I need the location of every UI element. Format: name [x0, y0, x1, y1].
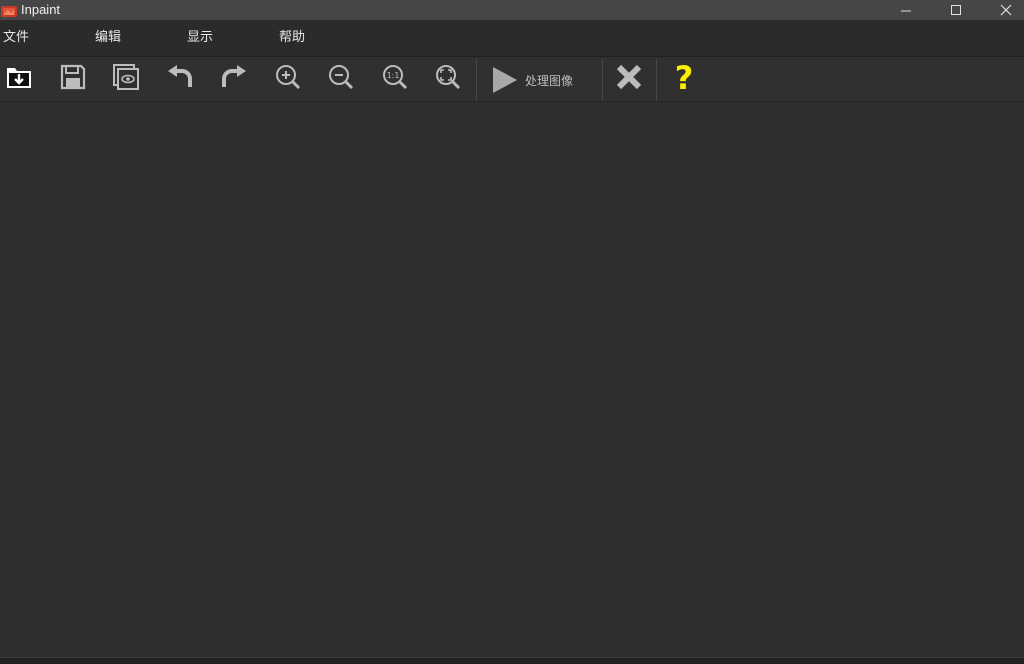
close-window-button[interactable]: [983, 0, 1024, 20]
undo-button[interactable]: [156, 57, 204, 101]
toolbar: 1:1 处理图像 ?: [0, 57, 1024, 102]
zoom-actual-size-button[interactable]: 1:1: [371, 57, 419, 101]
zoom-out-button[interactable]: [317, 57, 365, 101]
preview-icon: [112, 63, 140, 95]
clear-button[interactable]: [605, 57, 653, 101]
image-canvas[interactable]: [0, 102, 1024, 657]
minimize-icon: [900, 1, 912, 20]
preview-button[interactable]: [102, 57, 150, 101]
zoom-out-icon: [327, 63, 355, 95]
open-button[interactable]: [0, 57, 43, 101]
save-icon: [59, 63, 87, 95]
zoom-in-button[interactable]: [264, 57, 312, 101]
menu-bar: 文件 编辑 显示 帮助: [0, 20, 1024, 57]
toolbar-separator: [656, 59, 657, 101]
maximize-button[interactable]: [933, 0, 979, 20]
svg-text:1:1: 1:1: [387, 71, 400, 80]
open-icon: [5, 63, 33, 95]
close-icon: [1000, 1, 1012, 20]
help-question-icon: ?: [670, 59, 698, 97]
title-bar: Inpaint: [0, 0, 1024, 20]
zoom-fit-icon: [434, 63, 462, 95]
menu-file[interactable]: 文件: [3, 30, 29, 46]
redo-icon: [219, 63, 249, 95]
zoom-in-icon: [274, 63, 302, 95]
window-title: Inpaint: [21, 2, 61, 17]
process-image-button[interactable]: 处理图像: [477, 59, 601, 101]
play-icon: [491, 66, 519, 94]
undo-icon: [165, 63, 195, 95]
help-button[interactable]: ?: [660, 57, 708, 101]
redo-button[interactable]: [210, 57, 258, 101]
app-logo-icon: [1, 5, 17, 17]
process-image-label: 处理图像: [525, 73, 574, 88]
zoom-actual-size-icon: 1:1: [381, 63, 409, 95]
maximize-icon: [950, 1, 962, 20]
menu-help[interactable]: 帮助: [279, 30, 305, 46]
toolbar-separator: [602, 59, 603, 101]
menu-edit[interactable]: 编辑: [95, 30, 121, 46]
menu-view[interactable]: 显示: [187, 30, 213, 46]
save-button[interactable]: [49, 57, 97, 101]
zoom-fit-button[interactable]: [424, 57, 472, 101]
svg-text:?: ?: [675, 61, 694, 93]
clear-x-icon: [615, 63, 643, 95]
minimize-button[interactable]: [883, 0, 929, 20]
